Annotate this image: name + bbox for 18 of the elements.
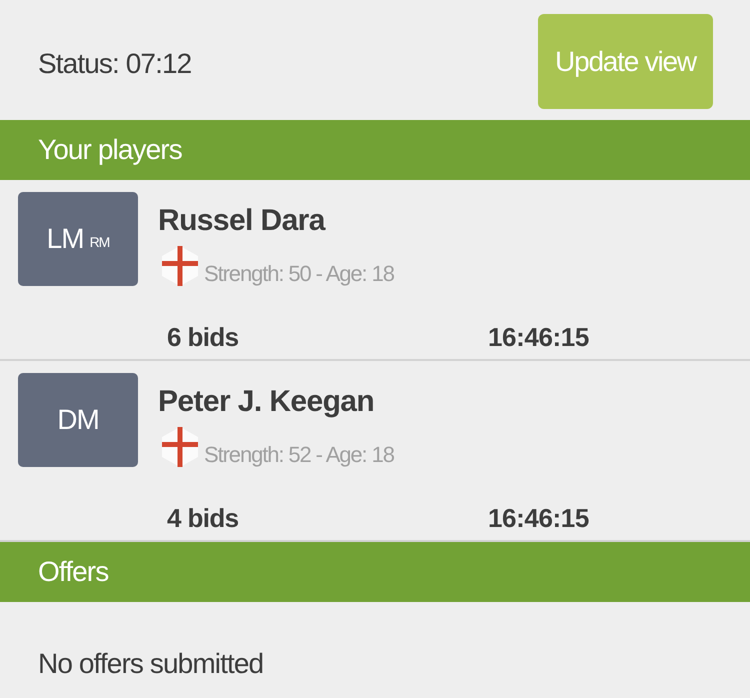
flag-icon bbox=[162, 427, 198, 467]
update-view-button[interactable]: Update view bbox=[538, 14, 713, 109]
position-label: DM bbox=[57, 404, 99, 436]
section-header: Offers bbox=[0, 542, 750, 602]
bid-count: 6 bids bbox=[167, 322, 240, 352]
player-stats: Strength: 50 - Age: 18 bbox=[204, 261, 394, 287]
flag-icon bbox=[162, 246, 198, 286]
position-label: LM bbox=[46, 223, 84, 255]
status-text: Status: 07:12 bbox=[38, 47, 192, 81]
auction-time: 16:46:15 bbox=[488, 322, 589, 352]
player-name: Peter J. Keegan bbox=[158, 385, 376, 419]
player-stats: Strength: 52 - Age: 18 bbox=[204, 442, 394, 468]
auction-time: 16:46:15 bbox=[488, 502, 589, 534]
bid-count: 4 bids bbox=[167, 502, 240, 534]
section-header: Your players bbox=[0, 120, 750, 180]
alt-position-label: RM bbox=[90, 234, 110, 250]
player-name: Russel Dara bbox=[158, 204, 327, 238]
empty-offers-message: No offers submitted bbox=[38, 648, 264, 679]
